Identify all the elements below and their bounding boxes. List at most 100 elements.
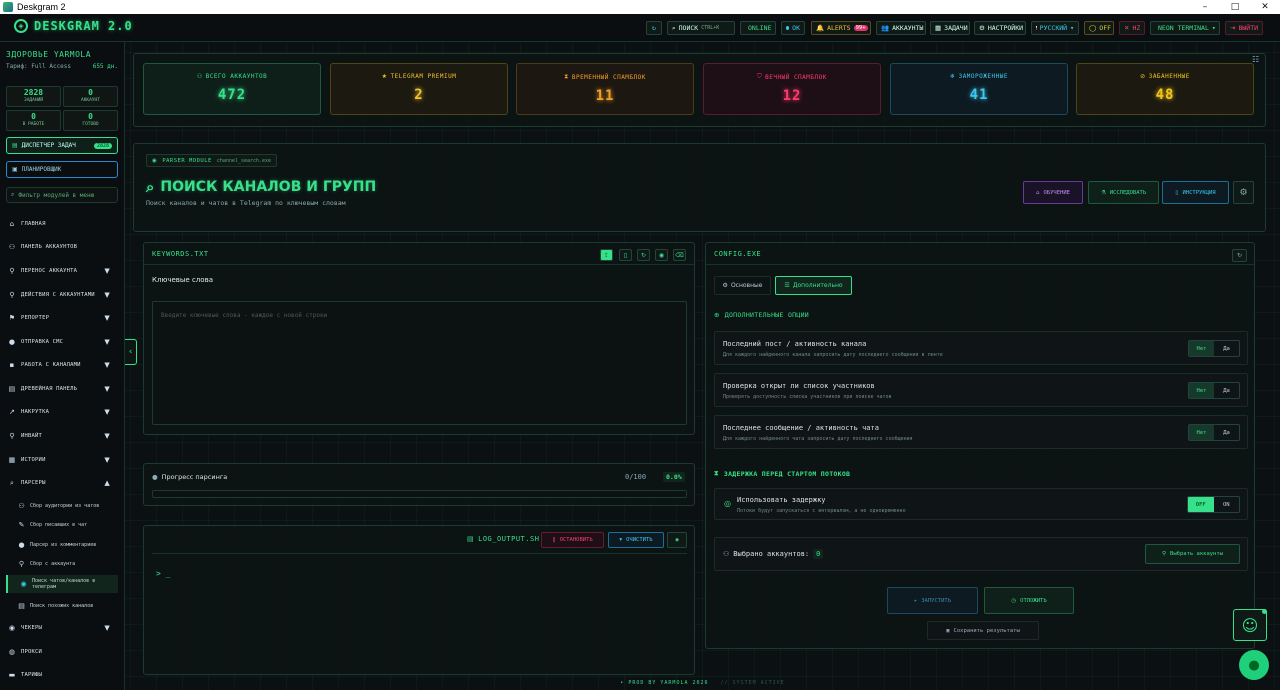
nav-channels[interactable]: ▪ РАБОТА С КАНАЛАМИ ▼ <box>8 358 118 372</box>
option-toggle[interactable]: Нет Да <box>1188 340 1240 357</box>
hz-label: HZ <box>1132 24 1141 32</box>
kpi-value: 472 <box>217 87 247 103</box>
nav-reporter[interactable]: ⚑ РЕПОРТЕР ▼ <box>8 311 118 325</box>
kpi-perm-spamblock[interactable]: ⛉ ВЕЧНЫЙ СПАМБЛОК 12 <box>703 63 881 115</box>
kpi-premium[interactable]: ★ TELEGRAM PREMIUM 2 <box>330 63 508 115</box>
sub-chat-writers[interactable]: ✎ Сбор писавших в чат <box>18 518 118 532</box>
chevron-down-icon: ▼ <box>104 267 110 275</box>
start-button[interactable]: ▸ ЗАПУСТИТЬ <box>887 587 978 614</box>
chevron-down-icon: ▼ <box>104 432 110 440</box>
window-title: Deskgram 2 <box>17 2 66 12</box>
off-toggle[interactable]: ◯ OFF <box>1084 21 1114 35</box>
stat-accounts[interactable]: 0 АККАУНТ <box>63 86 118 107</box>
save-icon: ▣ <box>946 627 950 634</box>
keywords-textarea[interactable]: Введите ключевые слова - каждое с новой … <box>152 301 687 425</box>
logout-button[interactable]: ⇥ ВЫЙТИ <box>1225 21 1263 35</box>
save-results-button[interactable]: ▣ Сохранить результаты <box>927 621 1039 640</box>
module-filter-input[interactable]: ⌕ Фильтр модулей в меню <box>6 187 118 203</box>
config-refresh-button[interactable]: ↻ <box>1232 249 1247 262</box>
clear-keywords-button[interactable]: ⌫ <box>673 249 686 261</box>
sidebar-collapse-button[interactable]: ‹ <box>125 339 137 365</box>
chevron-down-icon: ▼ <box>104 361 110 369</box>
sub-label: Сбор с аккаунта <box>30 561 76 567</box>
toggle-no[interactable]: Нет <box>1189 425 1214 440</box>
nav-stories[interactable]: ▦ ИСТОРИИ ▼ <box>8 453 118 467</box>
sub-similar-channels[interactable]: ▤ Поиск похожих каналов <box>18 599 118 613</box>
accounts-button[interactable]: 👥 АККАУНТЫ <box>876 21 926 35</box>
logo-icon: ◈ <box>14 19 28 33</box>
maximize-button[interactable]: □ <box>1220 0 1250 14</box>
toggle-yes[interactable]: Да <box>1214 425 1239 440</box>
instruction-button[interactable]: ▯ ИНСТРУКЦИЯ <box>1162 181 1229 204</box>
nav-accounts-panel[interactable]: ⚇ ПАНЕЛЬ АККАУНТОВ <box>8 240 118 254</box>
nav-boost[interactable]: ↗ НАКРУТКА ▼ <box>8 405 118 419</box>
stop-button[interactable]: ‖ ОСТАНОВИТЬ <box>541 532 604 548</box>
toggle-yes[interactable]: Да <box>1214 341 1239 356</box>
refresh-keywords-button[interactable]: ↻ <box>637 249 650 261</box>
nav-invite[interactable]: ⚲ ИНВАЙТ ▼ <box>8 429 118 443</box>
nav-sms[interactable]: ● ОТПРАВКА СМС ▼ <box>8 335 118 349</box>
log-view-button[interactable]: ◉ <box>667 532 687 548</box>
accounts-label: АККАУНТЫ <box>892 24 924 32</box>
sub-channel-search[interactable]: ◉ Поиск чатов/каналов в телеграм <box>6 575 118 593</box>
toggle-no[interactable]: Нет <box>1189 341 1214 356</box>
nav-account-actions[interactable]: ⚲ ДЕЙСТВИЯ С АККАУНТАМИ ▼ <box>8 288 118 302</box>
book-icon: ▯ <box>1175 189 1179 196</box>
option-toggle[interactable]: Нет Да <box>1188 424 1240 441</box>
tasks-button[interactable]: ▦ ЗАДАЧИ <box>930 21 970 35</box>
stat-tasks[interactable]: 2828 ЗАДАНИЙ <box>6 86 61 107</box>
header-settings-button[interactable]: ⚙ <box>1233 181 1254 204</box>
nav-home[interactable]: ⌂ ГЛАВНАЯ <box>8 217 118 231</box>
close-button[interactable]: ✕ <box>1250 0 1280 14</box>
minimize-button[interactable]: – <box>1190 0 1220 14</box>
hz-button[interactable]: ✕ HZ <box>1119 21 1145 35</box>
language-select[interactable]: РУССКИЙ ▾ <box>1031 21 1079 35</box>
delay-off[interactable]: OFF <box>1188 497 1214 512</box>
learn-button[interactable]: ⌂ ОБУЧЕНИЕ <box>1023 181 1083 204</box>
nav-checkers[interactable]: ◉ ЧЕКЕРЫ ▼ <box>8 621 118 635</box>
nav-tariffs[interactable]: ▬ ТАРИФЫ <box>8 668 118 682</box>
toggle-yes[interactable]: Да <box>1214 383 1239 398</box>
upload-button[interactable]: ⇪ <box>600 249 613 261</box>
sub-chat-audience[interactable]: ⚇ Сбор аудитории из чатов <box>18 499 118 513</box>
sub-comments-parser[interactable]: ● Парсер из комментариев <box>18 538 118 552</box>
kpi-temp-spamblock[interactable]: ⧗ ВРЕМЕННЫЙ СПАМБЛОК 11 <box>516 63 694 115</box>
postpone-button[interactable]: ◷ ОТЛОЖИТЬ <box>984 587 1074 614</box>
alerts-label: ALERTS <box>827 24 851 32</box>
stat-done[interactable]: 0 ГОТОВО <box>63 110 118 131</box>
mascot-avatar[interactable]: ☺ <box>1233 609 1267 641</box>
layout-settings-icon[interactable]: ☷ <box>1252 55 1259 64</box>
delay-on[interactable]: ON <box>1214 497 1240 512</box>
preview-button[interactable]: ◉ <box>655 249 668 261</box>
search-button[interactable]: ⌕ ПОИСК CTRL+K <box>667 21 735 35</box>
log-panel: ▤ LOG_OUTPUT.SH ‖ ОСТАНОВИТЬ ▾ ОЧИСТИТЬ ◉ >… <box>143 525 695 675</box>
tab-advanced-label: Дополнительно <box>792 282 843 289</box>
kpi-total-accounts[interactable]: ⚇ ВСЕГО АККАУНТОВ 472 <box>143 63 321 115</box>
theme-select[interactable]: NEON TERMINAL ▾ <box>1150 21 1220 35</box>
tariff-icon: ▬ <box>8 671 16 679</box>
kpi-banned[interactable]: ⊘ ЗАБАНЕННЫЕ 48 <box>1076 63 1254 115</box>
settings-button[interactable]: ⚙ НАСТРОЙКИ <box>974 21 1026 35</box>
option-toggle[interactable]: Нет Да <box>1188 382 1240 399</box>
kpi-frozen[interactable]: ❄ ЗАМОРОЖЕННЫЕ 41 <box>890 63 1068 115</box>
group-icon: ⚇ <box>18 502 25 510</box>
tab-advanced[interactable]: ☰ Дополнительно <box>775 276 852 295</box>
nav-tree-panel[interactable]: ▤ ДРЕВЕЙНАЯ ПАНЕЛЬ ▼ <box>8 382 118 396</box>
nav-parsers[interactable]: ⌕ ПАРСЕРЫ ▲ <box>8 476 118 490</box>
alerts-button[interactable]: 🔔 ALERTS 99+ <box>811 21 871 35</box>
nav-account-transfer[interactable]: ⚲ ПЕРЕНОС АККАУНТА ▼ <box>8 264 118 278</box>
sub-from-account[interactable]: ⚲ Сбор с аккаунта <box>18 557 118 571</box>
clear-log-button[interactable]: ▾ ОЧИСТИТЬ <box>608 532 664 548</box>
dispatcher-button[interactable]: ▤ ДИСПЕТЧЕР ЗАДАЧ 2828 <box>6 137 118 154</box>
research-button[interactable]: ⚗ ИССЛЕДОВАТЬ <box>1088 181 1159 204</box>
planner-button[interactable]: ▣ ПЛАНИРОВЩИК <box>6 161 118 178</box>
nav-proxy[interactable]: ◍ ПРОКСИ <box>8 645 118 659</box>
file-button[interactable]: ▯ <box>619 249 632 261</box>
toggle-no[interactable]: Нет <box>1189 383 1214 398</box>
delay-toggle[interactable]: OFF ON <box>1187 496 1240 513</box>
app-logo[interactable]: ◈ DESKGRAM 2.0 <box>14 19 133 33</box>
tab-basic[interactable]: ⚙ Основные <box>714 276 771 295</box>
select-accounts-button[interactable]: ⚲ Выбрать аккаунты <box>1145 544 1240 564</box>
refresh-button[interactable]: ↻ <box>646 21 662 35</box>
stat-in-work[interactable]: 0В РАБОТЕ <box>6 110 61 131</box>
